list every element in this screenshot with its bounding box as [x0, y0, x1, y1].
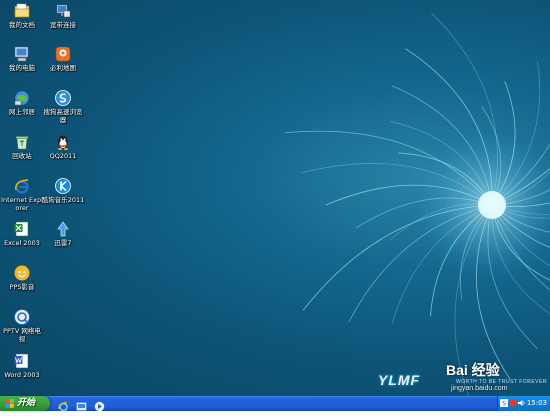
windows-logo-icon: [5, 399, 14, 408]
xunlei-icon: [57, 221, 69, 237]
taskbar-clock[interactable]: 15:03: [527, 396, 547, 411]
my-computer-icon: [14, 46, 29, 62]
internet-explorer-icon[interactable]: [58, 397, 69, 412]
start-button-label: 开始: [17, 398, 36, 408]
desktop-icon-label: Excel 2003: [4, 239, 40, 247]
broadband-connection-icon: [56, 4, 71, 18]
kugou-music-icon: [55, 178, 71, 194]
desktop-icon-label: 宽带连接: [50, 21, 76, 29]
map-icon: [55, 46, 71, 62]
pptv-icon: [14, 309, 30, 325]
desktop-icon-qq[interactable]: QQ2011: [41, 133, 85, 161]
desktop-icon-label: Internet Explorer: [1, 196, 43, 212]
internet-explorer-icon: [15, 179, 29, 194]
media-player-icon[interactable]: [94, 397, 105, 412]
pps-icon: [14, 265, 30, 281]
system-tray: S 15:03: [497, 396, 550, 411]
desktop-icon-label: 必利地图: [50, 64, 76, 72]
desktop-icon-label: 网上邻居: [9, 108, 35, 116]
desktop-icon-my-documents[interactable]: 我的文档: [0, 2, 44, 30]
network-places-icon: [14, 90, 30, 106]
word-icon: [14, 353, 29, 369]
desktop-icon-label: Word 2003: [4, 371, 40, 379]
desktop-icon-kugou[interactable]: 酷狗音乐2011: [41, 177, 85, 205]
excel-icon: [14, 221, 29, 237]
desktop-icon-word[interactable]: Word 2003: [0, 352, 44, 380]
security-icon[interactable]: [509, 399, 517, 407]
desktop-icon-network-places[interactable]: 网上邻居: [0, 89, 44, 117]
wallpaper-brand-logo: YLMF: [378, 372, 421, 388]
volume-icon[interactable]: [518, 399, 526, 407]
desktop-icon-recycle-bin[interactable]: 回收站: [0, 133, 44, 161]
desktop-icon-map[interactable]: 必利地图: [41, 45, 85, 73]
start-button[interactable]: 开始: [0, 396, 50, 411]
language-icon[interactable]: S: [500, 399, 508, 407]
desktop[interactable]: 我的文档 宽带连接 我的电脑 必利地图 网上邻居 搜狗高速浏览器 回收站 QQ2…: [0, 0, 550, 396]
desktop-icon-pps[interactable]: PPS影音: [0, 264, 44, 292]
taskbar: 开始 S 15:03: [0, 396, 550, 412]
desktop-icon-my-computer[interactable]: 我的电脑: [0, 45, 44, 73]
desktop-icon-excel[interactable]: Excel 2003: [0, 220, 44, 248]
my-documents-icon: [14, 3, 30, 18]
sogou-browser-icon: [55, 90, 71, 106]
show-desktop-icon[interactable]: [76, 397, 87, 411]
desktop-icon-label: 我的文档: [9, 21, 35, 29]
baidu-watermark: Bai 经验: [446, 362, 500, 378]
recycle-bin-icon: [15, 136, 29, 150]
desktop-icon-label: PPS影音: [9, 283, 35, 291]
desktop-icon-label: 迅雷7: [54, 239, 72, 247]
desktop-icon-label: 我的电脑: [9, 64, 35, 72]
svg-text:S: S: [502, 401, 506, 408]
desktop-icon-sogou-browser[interactable]: 搜狗高速浏览器: [41, 89, 85, 124]
desktop-icon-label: PPTV 网络电视: [3, 327, 41, 343]
desktop-icon-label: 回收站: [12, 152, 32, 160]
desktop-icon-label: 搜狗高速浏览器: [43, 108, 83, 124]
desktop-icon-pptv[interactable]: PPTV 网络电视: [0, 308, 44, 343]
qq-icon: [58, 135, 68, 150]
desktop-icon-xunlei[interactable]: 迅雷7: [41, 220, 85, 248]
desktop-icon-label: QQ2011: [49, 152, 77, 160]
desktop-icon-broadband[interactable]: 宽带连接: [41, 2, 85, 30]
desktop-icon-internet-explorer[interactable]: Internet Explorer: [0, 177, 44, 212]
quick-launch-bar: [58, 397, 107, 412]
desktop-icon-label: 酷狗音乐2011: [41, 196, 85, 204]
baidu-watermark-url: jingyan.baidu.com: [451, 385, 508, 392]
